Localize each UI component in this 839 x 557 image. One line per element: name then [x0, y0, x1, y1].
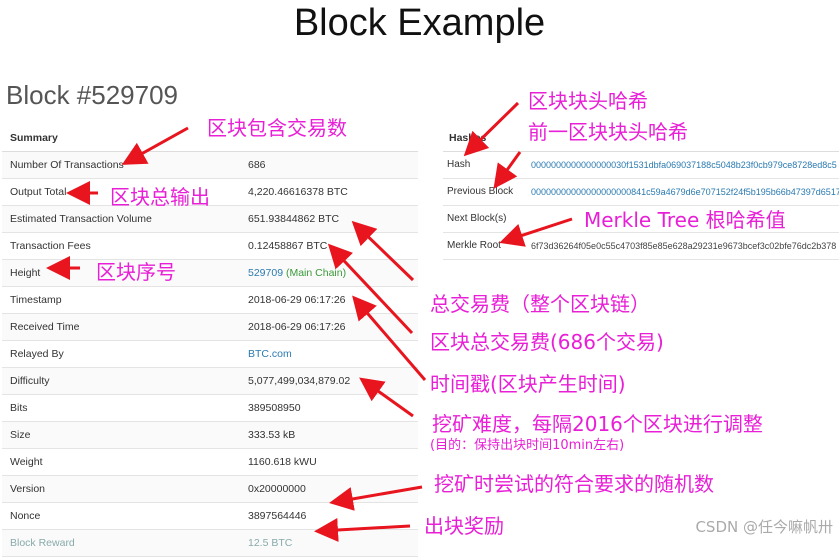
row-label: Nonce — [10, 510, 41, 522]
row-label: Timestamp — [10, 294, 62, 306]
row-value: 333.53 kB — [248, 429, 296, 441]
summary-row-output-total: Output Total 4,220.46616378 BTC — [2, 179, 418, 206]
row-label: Merkle Root — [447, 240, 501, 251]
row-label: Bits — [10, 402, 28, 414]
hashes-row-merkle: Merkle Root 6f73d36264f05e0c55c4703f85e85… — [443, 233, 839, 260]
hashes-row-previous: Previous Block 00000000000000000000841c59… — [443, 179, 839, 206]
row-value: 6f73d36264f05e0c55c4703f85e85e628a29231e… — [531, 241, 837, 251]
row-value: 2018-06-29 06:17:26 — [248, 321, 346, 333]
main-chain-tag: (Main Chain) — [285, 267, 347, 279]
annotation-block-fee: 区块总交易费(686个交易) — [430, 330, 664, 354]
summary-row-weight: Weight 1160.618 kWU — [2, 449, 418, 476]
row-label: Output Total — [10, 186, 67, 198]
row-value: 0x20000000 — [248, 483, 306, 495]
row-value: 389508950 — [248, 402, 301, 414]
annotation-difficulty: 挖矿难度，每隔2016个区块进行调整 — [432, 412, 763, 436]
row-label: Next Block(s) — [447, 213, 507, 224]
row-value: 4,220.46616378 BTC — [248, 186, 348, 198]
annotation-height: 区块序号 — [96, 260, 176, 284]
row-label: Version — [10, 483, 46, 495]
annotation-total-fee: 总交易费（整个区块链） — [430, 292, 650, 316]
row-value: 686 — [248, 159, 266, 171]
row-label: Difficulty — [10, 375, 50, 387]
summary-row-fees: Transaction Fees 0.12458867 BTC — [2, 233, 418, 260]
annotation-output-total: 区块总输出 — [110, 185, 210, 209]
row-label: Previous Block — [447, 186, 514, 197]
row-value: 12.5 BTC — [248, 537, 293, 549]
summary-row-bits: Bits 389508950 — [2, 395, 418, 422]
summary-row-reward: Block Reward 12.5 BTC — [2, 530, 418, 557]
row-value: 651.93844862 BTC — [248, 213, 340, 225]
row-label: Size — [10, 429, 31, 441]
annotation-prev-hash: 前一区块块头哈希 — [528, 120, 688, 144]
hashes-table: Hashes Hash 0000000000000000030f1531dbfa0… — [443, 125, 839, 260]
summary-row-transactions: Number Of Transactions 686 — [2, 152, 418, 179]
annotation-header-hash: 区块块头哈希 — [528, 89, 648, 113]
summary-row-height: Height 529709 (Main Chain) — [2, 260, 418, 287]
annotation-merkle: Merkle Tree 根哈希值 — [584, 208, 786, 232]
summary-table: Summary Number Of Transactions 686 Output… — [2, 125, 418, 557]
annotation-nonce: 挖矿时尝试的符合要求的随机数 — [434, 472, 714, 496]
height-link[interactable]: 529709 — [248, 267, 283, 279]
row-label: Relayed By — [10, 348, 64, 360]
annotation-timestamp: 时间戳(区块产生时间) — [430, 372, 626, 396]
row-value: 3897564446 — [248, 510, 307, 522]
slide-title: Block Example — [293, 2, 546, 44]
previous-block-link[interactable]: 00000000000000000000841c59a4679d6e707152… — [531, 179, 839, 205]
row-label: Height — [10, 267, 41, 279]
relayed-by-link[interactable]: BTC.com — [248, 341, 292, 367]
row-label: Block Reward — [10, 537, 75, 549]
summary-row-volume: Estimated Transaction Volume 651.93844862… — [2, 206, 418, 233]
summary-row-nonce: Nonce 3897564446 — [2, 503, 418, 530]
row-value: 1160.618 kWU — [248, 456, 317, 468]
annotation-reward: 出块奖励 — [424, 514, 504, 538]
row-value-height: 529709 (Main Chain) — [248, 260, 346, 286]
row-label: Weight — [10, 456, 43, 468]
hashes-row-hash: Hash 0000000000000000030f1531dbfa06903718… — [443, 152, 839, 179]
watermark: CSDN @任今嘛帆卅 — [695, 518, 833, 536]
row-value: 5,077,499,034,879.02 — [248, 375, 351, 387]
annotation-difficulty-note: (目的：保持出块时间10min左右) — [430, 438, 625, 453]
row-label: Transaction Fees — [10, 240, 91, 252]
row-label: Received Time — [10, 321, 80, 333]
summary-row-version: Version 0x20000000 — [2, 476, 418, 503]
hash-link[interactable]: 0000000000000000030f1531dbfa069037188c50… — [531, 152, 837, 178]
row-label: Hash — [447, 159, 471, 170]
summary-row-relayed: Relayed By BTC.com — [2, 341, 418, 368]
annotation-tx-count: 区块包含交易数 — [207, 116, 347, 140]
summary-row-received: Received Time 2018-06-29 06:17:26 — [2, 314, 418, 341]
summary-row-difficulty: Difficulty 5,077,499,034,879.02 — [2, 368, 418, 395]
row-label: Number Of Transactions — [10, 159, 124, 171]
summary-row-size: Size 333.53 kB — [2, 422, 418, 449]
row-value: 0.12458867 BTC — [248, 240, 328, 252]
block-heading: Block #529709 — [6, 80, 179, 110]
row-value: 2018-06-29 06:17:26 — [248, 294, 346, 306]
summary-row-timestamp: Timestamp 2018-06-29 06:17:26 — [2, 287, 418, 314]
